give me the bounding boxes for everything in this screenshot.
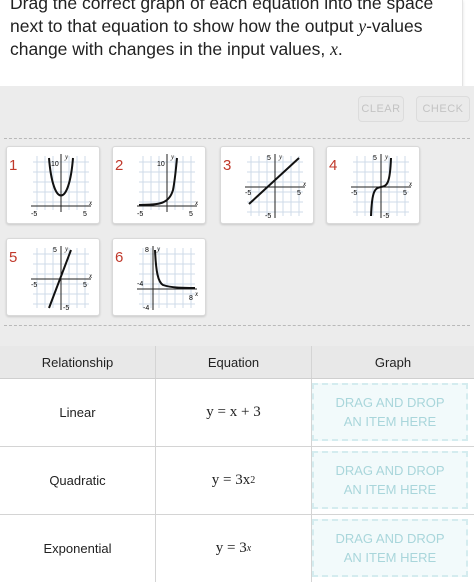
svg-text:y: y xyxy=(384,153,389,161)
svg-text:y: y xyxy=(170,153,175,161)
svg-text:-5: -5 xyxy=(31,282,37,289)
svg-text:5: 5 xyxy=(83,282,87,289)
parabola-graph: y 10 x -5 5 xyxy=(31,153,93,218)
tile-number: 1 xyxy=(9,157,18,174)
svg-text:5: 5 xyxy=(189,211,193,218)
graph-cell: DRAG AND DROP AN ITEM HERE xyxy=(312,515,474,582)
svg-text:8: 8 xyxy=(145,247,149,254)
svg-text:-5: -5 xyxy=(351,190,357,197)
check-button[interactable]: CHECK xyxy=(416,96,470,122)
svg-text:-5: -5 xyxy=(31,211,37,218)
relationship-cell: Quadratic xyxy=(0,447,156,514)
svg-text:x: x xyxy=(408,180,413,188)
relationship-cell: Exponential xyxy=(0,515,156,582)
svg-text:5: 5 xyxy=(373,155,377,162)
svg-text:-5: -5 xyxy=(383,213,389,220)
svg-text:5: 5 xyxy=(297,190,301,197)
header-equation: Equation xyxy=(156,346,312,378)
svg-text:x: x xyxy=(302,180,307,188)
graph-tile-6[interactable]: 6 y 8 x -4 8 -4 xyxy=(112,238,206,316)
svg-text:y: y xyxy=(64,245,69,253)
exponential-decay-graph: y 8 x -4 8 -4 xyxy=(137,245,199,312)
matching-table: Relationship Equation Graph Linear y = x… xyxy=(0,346,474,582)
steep-line-graph: y 5 x -5 5 -5 xyxy=(31,245,93,312)
svg-text:-5: -5 xyxy=(137,211,143,218)
table-row: Linear y = x + 3 DRAG AND DROP AN ITEM HE… xyxy=(0,379,474,447)
tile-number: 6 xyxy=(115,249,124,266)
svg-text:x: x xyxy=(194,199,199,207)
instructions-panel: Drag the correct graph of each equation … xyxy=(0,0,463,87)
svg-text:-5: -5 xyxy=(265,213,271,220)
svg-text:8: 8 xyxy=(189,295,193,302)
drop-zone[interactable]: DRAG AND DROP AN ITEM HERE xyxy=(312,383,468,441)
tile-number: 5 xyxy=(9,249,18,266)
graph-tile-5[interactable]: 5 y 5 x -5 5 -5 xyxy=(6,238,100,316)
svg-text:-5: -5 xyxy=(63,305,69,312)
svg-text:x: x xyxy=(88,272,93,280)
svg-text:5: 5 xyxy=(53,247,57,254)
header-graph: Graph xyxy=(374,354,412,370)
instructions-text: Drag the correct graph of each equation … xyxy=(10,0,434,59)
svg-text:y: y xyxy=(278,153,283,161)
header-relationship: Relationship xyxy=(0,346,156,378)
graph-cell: DRAG AND DROP AN ITEM HERE xyxy=(312,447,474,514)
svg-text:10: 10 xyxy=(51,161,59,168)
table-header-row: Relationship Equation Graph xyxy=(0,346,474,379)
equation-cell: y = x + 3 xyxy=(156,379,312,446)
tile-number: 3 xyxy=(223,157,232,174)
drop-zone[interactable]: DRAG AND DROP AN ITEM HERE xyxy=(312,519,468,577)
svg-text:y: y xyxy=(64,153,69,161)
graph-cell: DRAG AND DROP AN ITEM HERE xyxy=(312,379,474,446)
graph-tile-4[interactable]: 4 y 5 x -5 5 -5 xyxy=(326,146,420,224)
svg-text:x: x xyxy=(194,290,199,298)
svg-text:5: 5 xyxy=(83,211,87,218)
svg-text:10: 10 xyxy=(157,161,165,168)
exponential-growth-graph: y 10 x -5 5 xyxy=(137,153,199,218)
svg-text:5: 5 xyxy=(403,190,407,197)
graph-tile-1[interactable]: 1 y 10 x -5 5 xyxy=(6,146,100,224)
equation-cell: y = 3x xyxy=(156,515,312,582)
svg-text:x: x xyxy=(88,199,93,207)
graph-tile-3[interactable]: 3 y 5 x -5 5 -5 xyxy=(220,146,314,224)
svg-text:-4: -4 xyxy=(143,305,149,312)
clear-button[interactable]: CLEAR xyxy=(358,96,404,122)
drop-zone[interactable]: DRAG AND DROP AN ITEM HERE xyxy=(312,451,468,509)
table-row: Quadratic y = 3x 2 DRAG AND DROP AN ITEM H… xyxy=(0,447,474,515)
svg-text:-4: -4 xyxy=(137,281,143,288)
cubic-graph: y 5 x -5 5 -5 xyxy=(351,153,413,220)
tile-number: 2 xyxy=(115,157,124,174)
svg-text:-5: -5 xyxy=(245,190,251,197)
svg-text:5: 5 xyxy=(267,155,271,162)
svg-text:y: y xyxy=(156,245,161,253)
equation-cell: y = 3x 2 xyxy=(156,447,312,514)
linear-graph: y 5 x -5 5 -5 xyxy=(245,153,307,220)
graph-tile-2[interactable]: 2 y 10 x -5 5 xyxy=(112,146,206,224)
relationship-cell: Linear xyxy=(0,379,156,446)
table-row: Exponential y = 3x DRAG AND DROP AN ITEM … xyxy=(0,515,474,582)
tile-number: 4 xyxy=(329,157,338,174)
